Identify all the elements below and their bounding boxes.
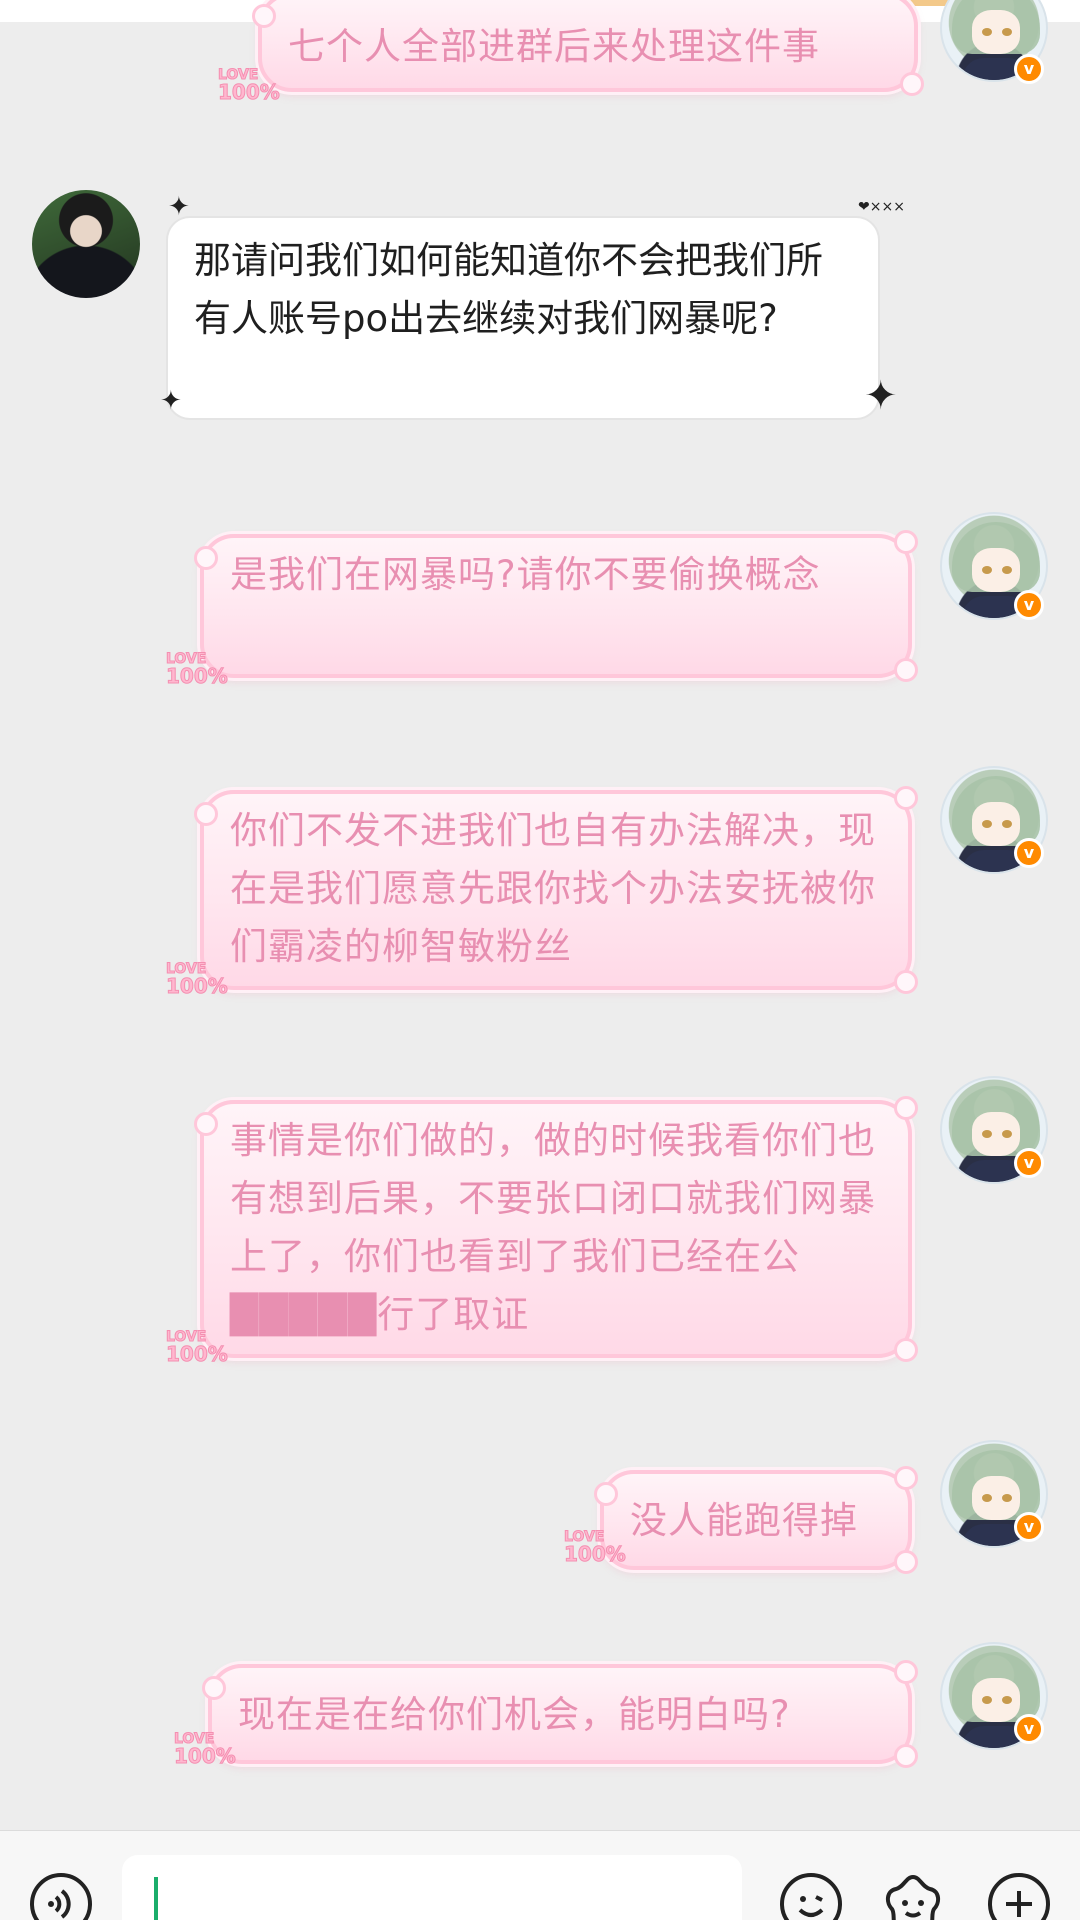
- love-tag: LOVE 100%: [564, 1529, 627, 1566]
- hearts-decoration-icon: ❤×××: [858, 199, 905, 215]
- message-bubble-self[interactable]: 七个人全部进群后来处理这件事: [252, 0, 924, 96]
- bubble-ear-decoration: [194, 546, 218, 570]
- message-text: 是我们在网暴吗?请你不要偷换概念: [230, 553, 821, 596]
- emoji-icon[interactable]: [780, 1873, 842, 1920]
- sparkle-icon: ✦: [864, 373, 898, 419]
- bubble-ear-decoration: [594, 1482, 618, 1506]
- contact-avatar[interactable]: [32, 190, 140, 298]
- message-bubble-self[interactable]: 是我们在网暴吗?请你不要偷换概念: [194, 530, 918, 682]
- bubble-ear-decoration: [894, 1550, 918, 1574]
- bubble-ear-decoration: [900, 72, 924, 96]
- voice-icon[interactable]: [30, 1873, 92, 1920]
- bubble-ear-decoration: [202, 1676, 226, 1700]
- plus-icon[interactable]: [988, 1873, 1050, 1920]
- message-bubble-self[interactable]: 你们不发不进我们也自有办法解决，现在是我们愿意先跟你找个办法安抚被你们霸凌的柳智…: [194, 786, 918, 994]
- text-caret: [154, 1877, 158, 1920]
- verified-badge-icon: v: [1014, 590, 1044, 620]
- bubble-ear-decoration: [894, 1744, 918, 1768]
- chat-screen: 七个人全部进群后来处理这件事 LOVE 100% v ✦ ❤××× 那请问我们如何…: [0, 0, 1080, 1920]
- message-bubble-self[interactable]: 事情是你们做的，做的时候我看你们也有想到后果，不要张口闭口就我们网暴上了，你们也…: [194, 1096, 918, 1362]
- bubble-ear-decoration: [894, 1338, 918, 1362]
- message-text: 没人能跑得掉: [630, 1499, 858, 1542]
- love-tag: LOVE 100%: [174, 1731, 237, 1768]
- message-text: 七个人全部进群后来处理这件事: [288, 25, 820, 68]
- message-text: 现在是在给你们机会，能明白吗?: [238, 1693, 791, 1736]
- love-tag: LOVE 100%: [166, 961, 229, 998]
- bubble-ear-decoration: [194, 802, 218, 826]
- verified-badge-icon: v: [1014, 54, 1044, 84]
- bubble-ear-decoration: [894, 658, 918, 682]
- verified-badge-icon: v: [1014, 1148, 1044, 1178]
- love-tag: LOVE 100%: [218, 67, 281, 104]
- chat-input-bar: [0, 1830, 1080, 1920]
- message-bubble-other[interactable]: 那请问我们如何能知道你不会把我们所有人账号po出去继续对我们网暴呢?: [168, 218, 878, 418]
- bubble-ear-decoration: [894, 1660, 918, 1684]
- sparkle-icon: ✦: [160, 386, 182, 416]
- message-text: 那请问我们如何能知道你不会把我们所有人账号po出去继续对我们网暴呢?: [194, 239, 823, 340]
- bubble-ear-decoration: [194, 1112, 218, 1136]
- sparkle-icon: ✦: [168, 192, 190, 222]
- message-bubble-self[interactable]: 现在是在给你们机会，能明白吗?: [202, 1660, 918, 1768]
- verified-badge-icon: v: [1014, 1714, 1044, 1744]
- sticker-icon[interactable]: [880, 1871, 946, 1920]
- bubble-ear-decoration: [894, 786, 918, 810]
- love-tag: LOVE 100%: [166, 1329, 229, 1366]
- bubble-ear-decoration: [252, 4, 276, 28]
- bubble-ear-decoration: [894, 530, 918, 554]
- bubble-ear-decoration: [894, 1466, 918, 1490]
- message-input[interactable]: [122, 1855, 742, 1920]
- message-text: 事情是你们做的，做的时候我看你们也有想到后果，不要张口闭口就我们网暴上了，你们也…: [230, 1119, 876, 1336]
- message-text: 你们不发不进我们也自有办法解决，现在是我们愿意先跟你找个办法安抚被你们霸凌的柳智…: [230, 809, 876, 968]
- bubble-ear-decoration: [894, 970, 918, 994]
- verified-badge-icon: v: [1014, 838, 1044, 868]
- verified-badge-icon: v: [1014, 1512, 1044, 1542]
- love-tag: LOVE 100%: [166, 651, 229, 688]
- bubble-ear-decoration: [894, 1096, 918, 1120]
- message-bubble-self[interactable]: 没人能跑得掉: [594, 1466, 918, 1574]
